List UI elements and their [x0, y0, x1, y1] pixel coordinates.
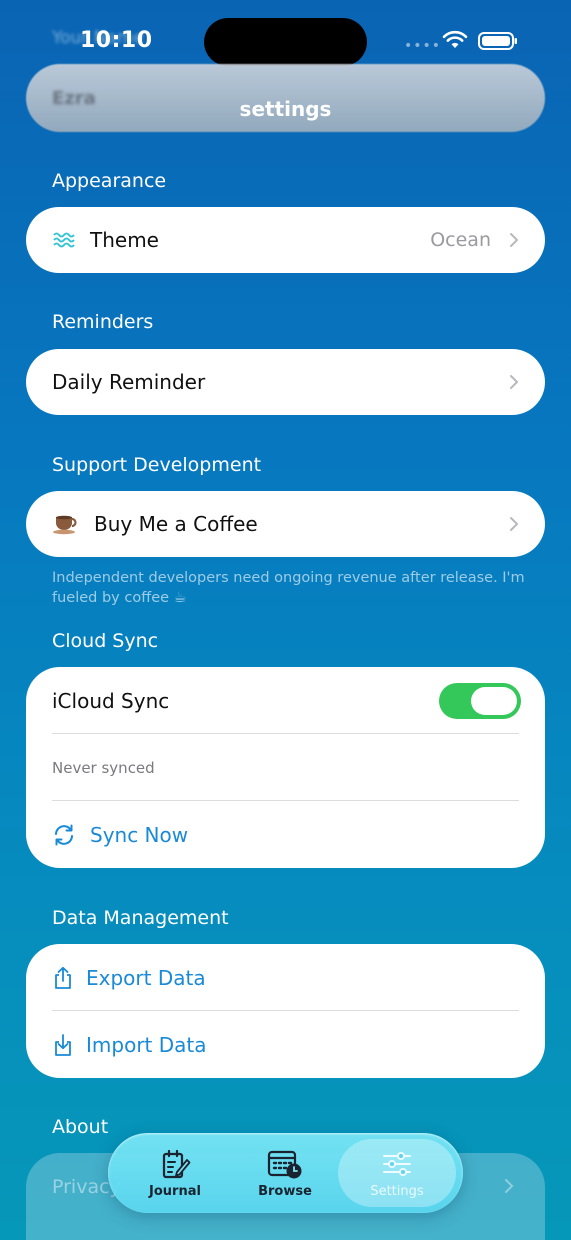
tab-browse[interactable]: Browse — [240, 1133, 330, 1213]
cloud-sync-card: iCloud Sync Never synced Sync Now — [26, 667, 545, 868]
status-time: 10:10 — [80, 28, 153, 53]
theme-row[interactable]: Theme Ocean — [26, 207, 545, 273]
tab-settings[interactable]: Settings — [352, 1133, 442, 1213]
section-title-about: About — [52, 1116, 109, 1138]
section-title-appearance: Appearance — [52, 170, 167, 192]
icloud-sync-label: iCloud Sync — [52, 688, 170, 713]
theme-label: Theme — [90, 228, 159, 252]
waves-icon — [52, 230, 76, 250]
tab-settings-label: Settings — [370, 1183, 424, 1199]
sync-status-text: Never synced — [52, 758, 155, 777]
tab-journal-label: Journal — [149, 1183, 201, 1199]
coffee-icon — [52, 513, 80, 535]
chevron-right-icon — [510, 233, 518, 247]
sync-icon — [52, 823, 76, 847]
wifi-icon — [442, 30, 468, 48]
icloud-sync-row: iCloud Sync — [26, 667, 545, 734]
chevron-right-icon — [510, 375, 518, 389]
download-icon — [52, 1033, 74, 1057]
export-data-label: Export Data — [86, 965, 206, 990]
export-data-button[interactable]: Export Data — [26, 944, 545, 1011]
sliders-icon — [383, 1151, 411, 1176]
journal-icon — [162, 1149, 191, 1178]
page-title: settings — [239, 97, 332, 121]
daily-reminder-label: Daily Reminder — [52, 370, 206, 394]
section-title-support: Support Development — [52, 454, 262, 476]
daily-reminder-row[interactable]: Daily Reminder — [26, 349, 545, 415]
chevron-right-icon — [510, 517, 518, 531]
tab-bar: Journal Browse Settings — [108, 1133, 463, 1213]
chevron-right-icon — [505, 1179, 514, 1193]
signal-icon: •••• — [404, 38, 442, 54]
section-title-cloud-sync: Cloud Sync — [52, 630, 159, 652]
buy-coffee-label: Buy Me a Coffee — [94, 512, 258, 536]
tab-browse-label: Browse — [258, 1183, 312, 1199]
sync-now-button[interactable]: Sync Now — [26, 801, 545, 868]
import-data-button[interactable]: Import Data — [26, 1011, 545, 1078]
support-footnote: Independent developers need ongoing reve… — [52, 570, 525, 606]
status-bar: Your Name 10:10 •••• — [0, 0, 571, 70]
share-icon — [52, 966, 74, 990]
icloud-sync-toggle[interactable] — [439, 683, 521, 719]
calendar-clock-icon — [267, 1150, 302, 1178]
import-data-label: Import Data — [86, 1032, 207, 1057]
tab-journal[interactable]: Journal — [130, 1133, 220, 1213]
toggle-knob — [471, 687, 517, 715]
buy-coffee-row[interactable]: Buy Me a Coffee — [26, 491, 545, 557]
data-management-card: Export Data Import Data — [26, 944, 545, 1078]
theme-value: Ocean — [430, 229, 491, 251]
sync-now-label: Sync Now — [90, 822, 189, 847]
section-title-reminders: Reminders — [52, 311, 154, 333]
dynamic-island — [204, 18, 367, 66]
battery-icon — [478, 32, 517, 50]
section-title-data-management: Data Management — [52, 907, 229, 929]
